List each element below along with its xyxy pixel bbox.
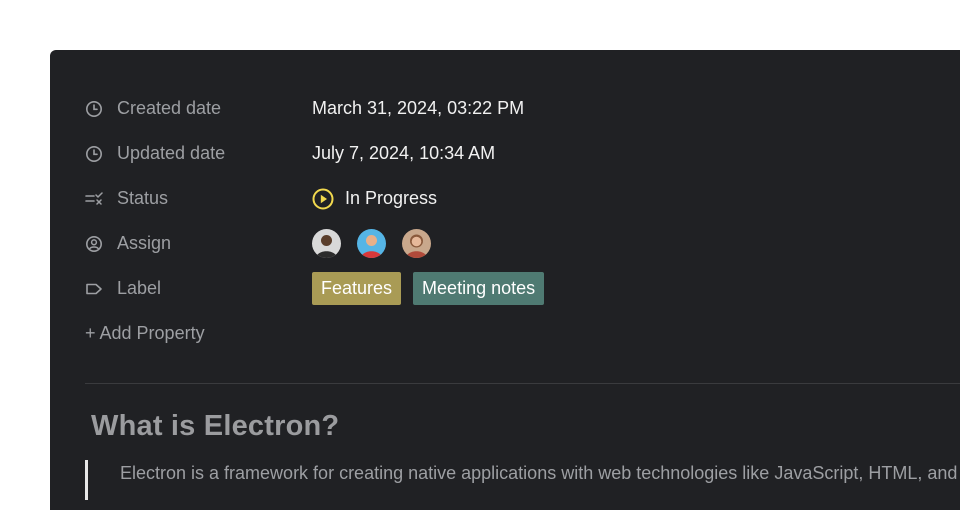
label-label: Label <box>117 278 162 298</box>
properties-panel: Created date March 31, 2024, 03:22 PM Up… <box>50 50 960 510</box>
add-property-button[interactable]: + Add Property <box>85 311 960 355</box>
assignee-list <box>312 229 447 258</box>
clock-icon <box>85 145 103 163</box>
updated-date-value[interactable]: July 7, 2024, 10:34 AM <box>312 143 495 164</box>
blockquote: Electron is a framework for creating nat… <box>85 460 960 500</box>
assign-label: Assign <box>117 233 172 253</box>
property-row-created-date[interactable]: Created date March 31, 2024, 03:22 PM <box>85 86 960 131</box>
divider <box>85 383 960 384</box>
property-row-updated-date[interactable]: Updated date July 7, 2024, 10:34 AM <box>85 131 960 176</box>
status-list-icon <box>85 190 103 208</box>
tag-icon <box>85 280 103 298</box>
avatar[interactable] <box>402 229 431 258</box>
avatar[interactable] <box>312 229 341 258</box>
blockquote-text: Electron is a framework for creating nat… <box>120 463 960 483</box>
user-circle-icon <box>85 235 103 253</box>
created-date-label: Created date <box>117 98 222 118</box>
property-list: Created date March 31, 2024, 03:22 PM Up… <box>85 86 960 355</box>
property-key-created-date: Created date <box>85 98 312 119</box>
status-label: Status <box>117 188 169 208</box>
avatar[interactable] <box>357 229 386 258</box>
tag-features[interactable]: Features <box>312 272 402 305</box>
tag-meeting-notes[interactable]: Meeting notes <box>413 272 545 305</box>
created-date-value[interactable]: March 31, 2024, 03:22 PM <box>312 98 524 119</box>
document-heading: What is Electron? <box>91 410 340 442</box>
property-key-assign: Assign <box>85 233 312 254</box>
property-key-updated-date: Updated date <box>85 143 312 164</box>
property-key-status: Status <box>85 188 312 209</box>
label-tags: Features Meeting notes <box>312 272 556 305</box>
status-text: In Progress <box>345 188 438 208</box>
property-row-label[interactable]: Label Features Meeting notes <box>85 266 960 311</box>
status-value[interactable]: In Progress <box>312 188 437 210</box>
clock-icon <box>85 100 103 118</box>
updated-date-label: Updated date <box>117 143 226 163</box>
property-row-status[interactable]: Status In Progress <box>85 176 960 221</box>
property-key-label: Label <box>85 278 312 299</box>
play-circle-icon <box>312 188 334 210</box>
property-row-assign[interactable]: Assign <box>85 221 960 266</box>
